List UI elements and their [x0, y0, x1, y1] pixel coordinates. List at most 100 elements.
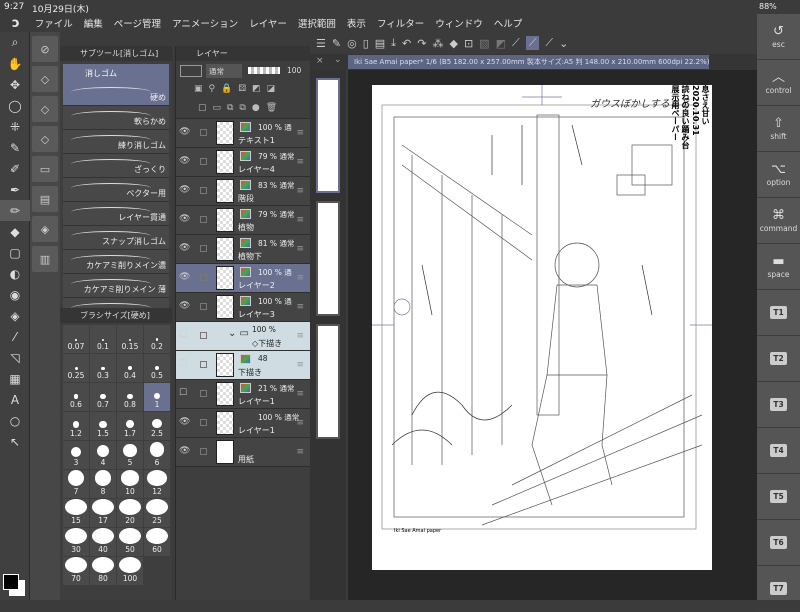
redo-icon[interactable]: ↷: [417, 37, 426, 50]
subtool-item[interactable]: カケアミ削りメイン濃: [63, 250, 169, 274]
visibility-eye-icon[interactable]: ☐: [179, 388, 191, 398]
visibility-eye-icon[interactable]: 👁: [179, 243, 191, 253]
brush-size-option[interactable]: 20: [117, 499, 143, 527]
brush-size-option[interactable]: 7: [63, 470, 89, 498]
brush-size-option[interactable]: 80: [90, 557, 116, 585]
brush-size-option[interactable]: 17: [90, 499, 116, 527]
subtool-group-icon-0[interactable]: ⊘: [32, 36, 58, 62]
layer-menu-icon[interactable]: ≡: [296, 360, 304, 370]
subtool-item[interactable]: 硬め: [63, 82, 169, 106]
tool-icon-6[interactable]: ✐: [0, 158, 30, 179]
menu-item-6[interactable]: 表示: [347, 16, 366, 30]
spiral-icon[interactable]: ◎: [347, 37, 357, 50]
menu-item-0[interactable]: ファイル: [35, 16, 73, 30]
edge-key-T5[interactable]: T5: [757, 474, 800, 520]
brush-size-option[interactable]: 70: [63, 557, 89, 585]
visibility-eye-icon[interactable]: 👁: [179, 446, 191, 456]
layer-lock-checkbox[interactable]: [200, 419, 207, 426]
brush-size-option[interactable]: 8: [90, 470, 116, 498]
opacity-value[interactable]: 100: [287, 66, 301, 75]
open-folder-icon[interactable]: ▤: [375, 37, 385, 50]
tool-icon-16[interactable]: ▦: [0, 368, 30, 389]
layer-menu-icon[interactable]: ≡: [296, 331, 304, 341]
visibility-eye-icon[interactable]: ☐: [179, 330, 191, 340]
edge-key-T6[interactable]: T6: [757, 520, 800, 566]
menu-icon[interactable]: ☰: [316, 37, 326, 50]
visibility-eye-icon[interactable]: 👁: [179, 301, 191, 311]
layer-row[interactable]: 👁 79 % 通常 植物 ≡: [176, 206, 310, 235]
brush-size-option[interactable]: 0.5: [144, 354, 170, 382]
edge-key-space[interactable]: ▬ space: [757, 244, 800, 290]
layer-row[interactable]: 👁 100 % 通常 レイヤー1 ≡: [176, 409, 310, 438]
page-thumbnail[interactable]: [316, 324, 340, 439]
brush-size-option[interactable]: 0.3: [90, 354, 116, 382]
subtool-item[interactable]: スナップ消しゴム: [63, 226, 169, 250]
brush-size-option[interactable]: 0.2: [144, 325, 170, 353]
subtool-group-icon-7[interactable]: ▥: [32, 246, 58, 272]
layer-row[interactable]: 👁 100 % 通レイヤー3 ≡: [176, 293, 310, 322]
layer-menu-icon[interactable]: ≡: [296, 302, 304, 312]
subtool-group-header[interactable]: 消しゴム: [63, 64, 169, 82]
layer-menu-icon[interactable]: ≡: [296, 418, 304, 428]
tab-menu-chevron-icon[interactable]: ⌄: [334, 55, 342, 65]
brush-size-option[interactable]: 0.15: [117, 325, 143, 353]
ruler-icon[interactable]: ▧: [479, 37, 489, 50]
menu-item-4[interactable]: レイヤー: [249, 16, 287, 30]
brush-size-option[interactable]: 1.5: [90, 412, 116, 440]
layer-lock-checkbox[interactable]: [200, 361, 207, 368]
brush-size-option[interactable]: 15: [63, 499, 89, 527]
layer-lock-checkbox[interactable]: [200, 245, 207, 252]
edge-key-esc[interactable]: ↺ esc: [757, 14, 800, 60]
brush-size-option[interactable]: 100: [117, 557, 143, 585]
layer-lock-checkbox[interactable]: [200, 216, 207, 223]
color-swatch[interactable]: [3, 574, 19, 590]
brush-size-option[interactable]: 40: [90, 528, 116, 556]
tool-icon-17[interactable]: A: [0, 389, 30, 410]
tool-icon-4[interactable]: ⁜: [0, 116, 30, 137]
tool-icon-2[interactable]: ✥: [0, 74, 30, 95]
subtool-group-icon-5[interactable]: ▤: [32, 186, 58, 212]
brush-size-option[interactable]: 30: [63, 528, 89, 556]
edge-key-T1[interactable]: T1: [757, 290, 800, 336]
brush-size-option[interactable]: 4: [90, 441, 116, 469]
pen-stroke-selected-icon[interactable]: ⟋: [525, 36, 540, 50]
tool-icon-8[interactable]: ✏: [0, 200, 30, 221]
page-thumbnail[interactable]: [316, 201, 340, 316]
layer-lock-checkbox[interactable]: [200, 448, 207, 455]
brush-size-option[interactable]: 25: [144, 499, 170, 527]
color-mode-select[interactable]: [180, 65, 202, 77]
menu-item-7[interactable]: フィルター: [377, 16, 424, 30]
layer-lock-checkbox[interactable]: [200, 129, 207, 136]
subtool-item[interactable]: カケアミ削りメイン 薄: [63, 274, 169, 298]
brush-size-option[interactable]: 0.25: [63, 354, 89, 382]
pen-stroke-icon[interactable]: ⟋: [512, 36, 520, 50]
transform-icon[interactable]: ⊡: [464, 37, 473, 50]
brush-size-option[interactable]: 0.07: [63, 325, 89, 353]
brush-size-option[interactable]: 60: [144, 528, 170, 556]
menu-item-1[interactable]: 編集: [84, 16, 103, 30]
brush-size-option[interactable]: 5: [117, 441, 143, 469]
layer-menu-icon[interactable]: ≡: [296, 273, 304, 283]
brush-size-option[interactable]: 0.1: [90, 325, 116, 353]
visibility-eye-icon[interactable]: ☐: [179, 359, 191, 369]
layer-menu-icon[interactable]: ≡: [296, 128, 304, 138]
selection-icon[interactable]: ⁂: [432, 37, 443, 50]
edge-key-T7[interactable]: T7: [757, 566, 800, 612]
subtool-group-icon-2[interactable]: ◇: [32, 96, 58, 122]
layer-lock-checkbox[interactable]: [200, 303, 207, 310]
edge-key-T4[interactable]: T4: [757, 428, 800, 474]
visibility-eye-icon[interactable]: 👁: [179, 127, 191, 137]
layer-lock-tools[interactable]: ▣⚲🔒⚄◩◪: [176, 81, 310, 100]
brush-size-option[interactable]: 2.5: [144, 412, 170, 440]
undo-icon[interactable]: ↶: [402, 37, 411, 50]
edge-key-T2[interactable]: T2: [757, 336, 800, 382]
subtool-item[interactable]: 練り消しゴム: [63, 130, 169, 154]
subtool-item[interactable]: ざっくり: [63, 154, 169, 178]
tool-icon-12[interactable]: ◉: [0, 284, 30, 305]
visibility-eye-icon[interactable]: 👁: [179, 272, 191, 282]
layer-lock-checkbox[interactable]: [200, 390, 207, 397]
tool-icon-13[interactable]: ◈: [0, 305, 30, 326]
tool-icon-14[interactable]: ⁄: [0, 326, 30, 347]
layer-row[interactable]: 👁 79 % 通常 レイヤー4 ≡: [176, 148, 310, 177]
layer-row[interactable]: 👁 81 % 通常 植物下 ≡: [176, 235, 310, 264]
